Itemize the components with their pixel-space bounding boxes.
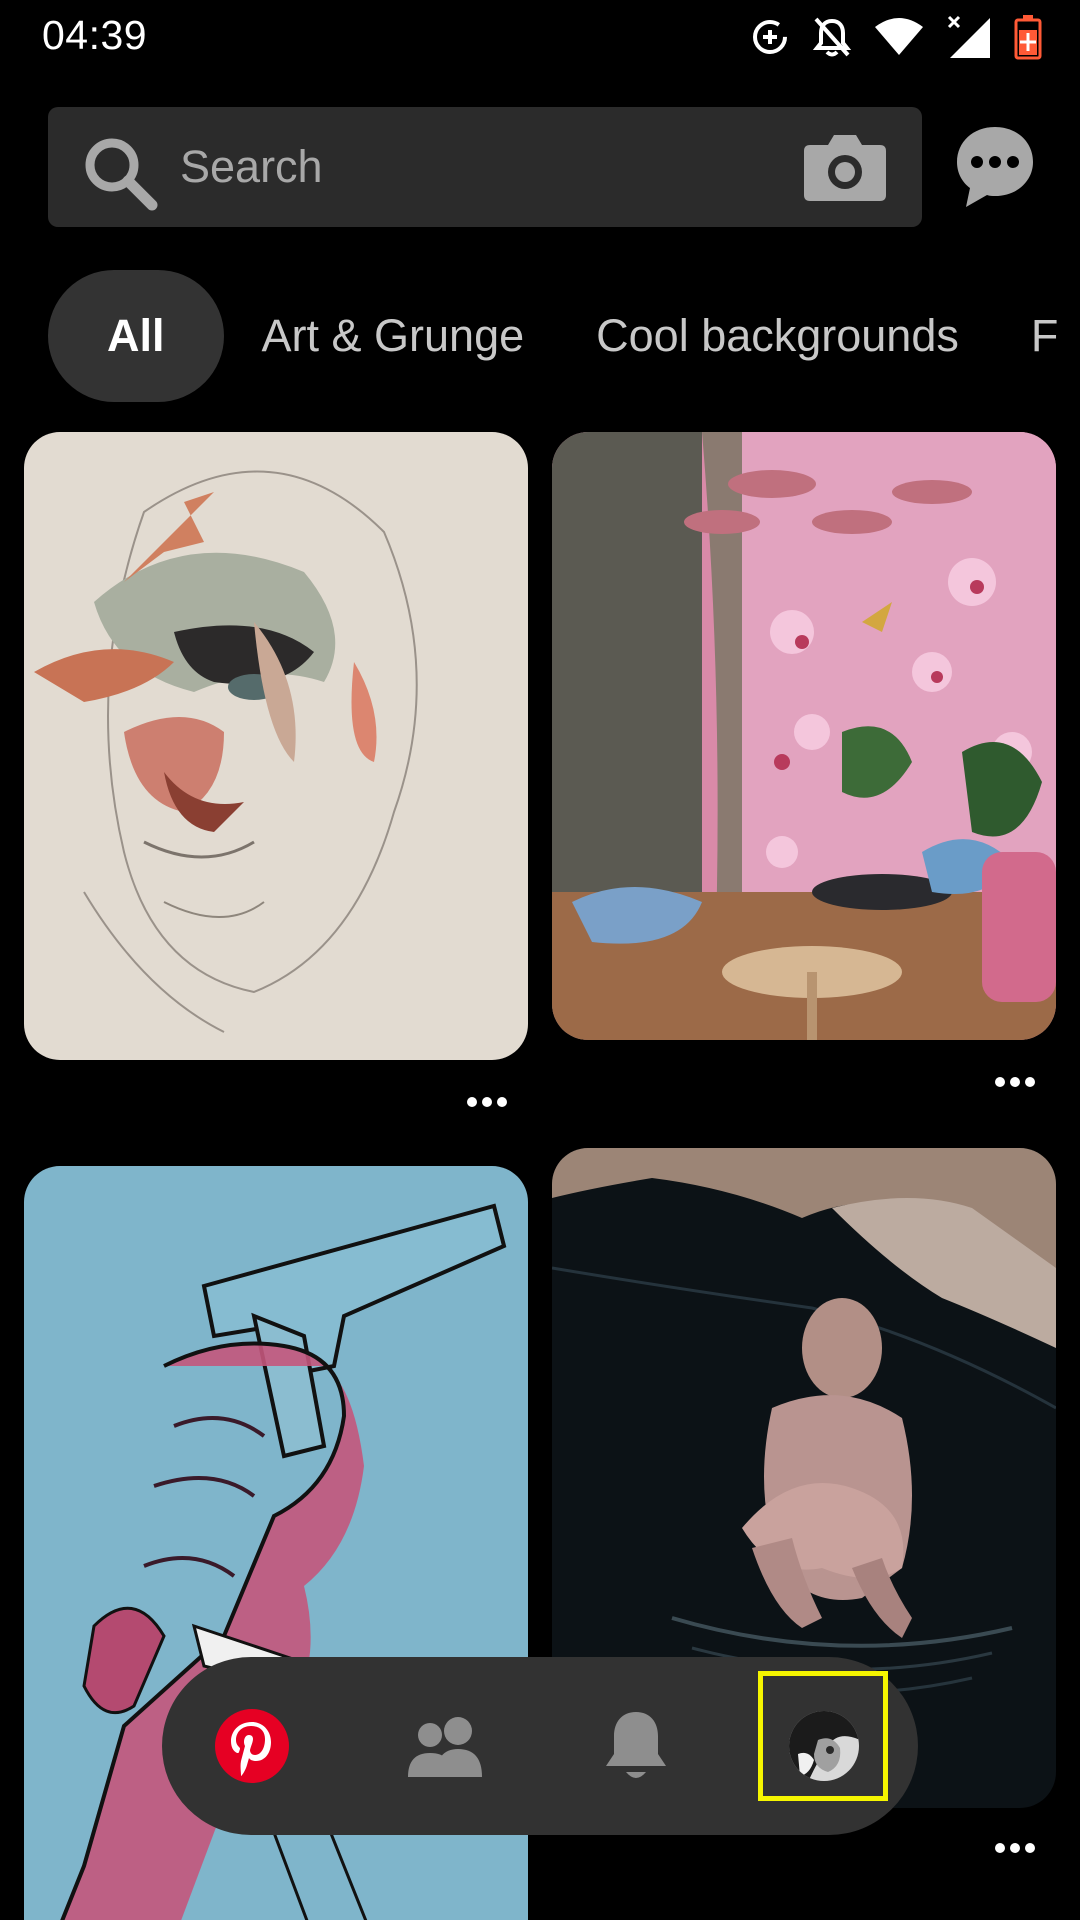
search-icon [85,138,158,211]
selection-highlight-box [758,1671,888,1801]
home-feed-screen: 04:39 Search All Art & Grunge Cool backg… [0,0,1080,1920]
tab-art-grunge[interactable]: Art & Grunge [226,270,561,402]
following-people-icon [408,1717,482,1777]
camera-icon[interactable] [802,131,888,203]
nav-notifications[interactable] [566,1657,706,1835]
tab-partial[interactable]: F [995,270,1080,402]
nav-home[interactable] [182,1657,322,1835]
more-options-icon[interactable] [994,1842,1036,1854]
notifications-off-icon [812,15,852,59]
battery-charging-icon [1014,14,1042,60]
search-placeholder: Search [180,141,323,192]
search-input[interactable]: Search [48,107,922,227]
notifications-bell-icon [606,1712,666,1778]
status-time: 04:39 [42,12,148,58]
chat-bubble-icon[interactable] [955,125,1035,209]
status-bar: 04:39 [0,0,1080,75]
category-tabs: All Art & Grunge Cool backgrounds F [48,270,1080,402]
cell-signal-icon [946,14,992,60]
more-options-icon[interactable] [994,1076,1036,1088]
status-icons [750,12,1042,62]
search-row: Search [0,107,1080,227]
more-options-icon[interactable] [466,1096,508,1108]
pin-pink-floral-cafe-interior[interactable] [552,432,1056,1040]
nav-following[interactable] [375,1657,515,1835]
wifi-icon [874,17,924,57]
data-saver-icon [750,17,790,57]
tab-all[interactable]: All [48,270,224,402]
pinterest-home-icon [215,1709,289,1783]
pin-painted-face-portrait[interactable] [24,432,528,1060]
bottom-navigation-bar [162,1657,918,1835]
tab-cool-backgrounds[interactable]: Cool backgrounds [560,270,995,402]
